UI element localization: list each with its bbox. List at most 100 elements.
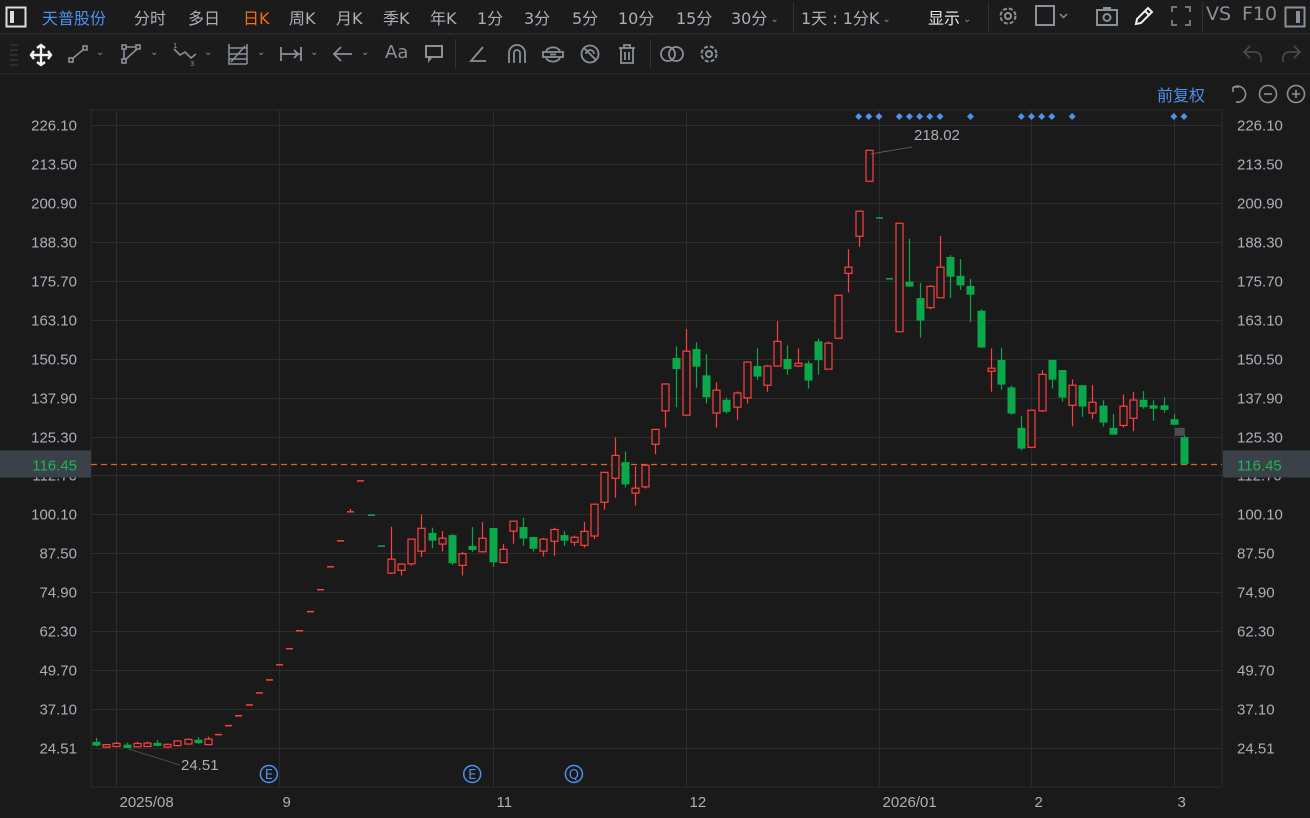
y-axis-label-left: 37.10 <box>39 702 77 719</box>
candle-body <box>722 399 731 412</box>
candle-body <box>204 738 213 746</box>
candle-body <box>509 520 518 532</box>
candle-body <box>997 359 1006 385</box>
y-axis-label-right: 37.10 <box>1237 702 1275 719</box>
event-diamond-icon[interactable] <box>916 113 924 120</box>
candle-body <box>692 349 701 367</box>
candlestick-chart[interactable]: 226.10 226.10 213.50 213.50 200.90 200.90 188.… <box>0 0 1310 818</box>
candle-body <box>1170 419 1179 425</box>
candle-body <box>611 454 620 479</box>
y-axis-label-right: 200.90 <box>1237 196 1283 213</box>
event-diamond-icon[interactable] <box>1048 113 1056 120</box>
candle-body <box>397 563 406 571</box>
candle-body <box>1038 373 1047 412</box>
candle-body <box>1058 370 1067 398</box>
candle-body <box>529 536 538 549</box>
candle-body <box>844 266 853 274</box>
event-diamond-icon[interactable] <box>865 113 873 120</box>
candle-body <box>1180 437 1189 464</box>
candle-body <box>631 487 640 494</box>
event-diamond-icon[interactable] <box>1170 113 1178 120</box>
candle-body <box>163 743 172 748</box>
event-diamond-icon[interactable] <box>1017 113 1025 120</box>
y-axis-label-left: 175.70 <box>31 274 77 291</box>
y-axis-label-left: 200.90 <box>31 196 77 213</box>
candle-body <box>672 358 681 370</box>
candle-body <box>133 742 142 748</box>
candle-body <box>855 210 864 237</box>
event-diamond-icon[interactable] <box>926 113 934 120</box>
candle-body <box>468 545 477 550</box>
candle-body <box>560 535 569 541</box>
candle-body <box>184 738 193 745</box>
event-diamond-icon[interactable] <box>936 113 944 120</box>
candle-body <box>661 383 670 412</box>
candle-body <box>814 341 823 361</box>
candle-body <box>112 742 121 748</box>
candle-body <box>926 285 935 309</box>
y-axis-label-left: 226.10 <box>31 118 77 135</box>
y-axis-label-right: 100.10 <box>1237 507 1283 524</box>
event-diamond-icon[interactable] <box>1068 113 1076 120</box>
plot-frame <box>90 109 1223 788</box>
candle-body <box>1149 405 1158 409</box>
candle-body <box>936 266 945 299</box>
candle-body <box>1129 399 1138 419</box>
candle-body <box>956 275 965 286</box>
candle-body <box>905 281 914 287</box>
x-axis-label: 9 <box>283 794 291 811</box>
candle-body <box>1078 385 1087 407</box>
event-diamond-icon[interactable] <box>966 113 974 120</box>
candle-body <box>966 286 975 295</box>
candle-body <box>1139 399 1148 408</box>
candle-body <box>1017 427 1026 449</box>
event-diamond-icon[interactable] <box>875 113 883 120</box>
candle-body <box>916 298 925 321</box>
y-axis-label-left: 74.90 <box>39 585 77 602</box>
candle-body <box>438 537 447 545</box>
candle-body <box>1160 405 1169 410</box>
last-price-label-right: 116.45 <box>1237 458 1282 475</box>
y-axis-label-left: 213.50 <box>31 157 77 174</box>
candle-body <box>682 350 691 416</box>
y-axis-label-right: 49.70 <box>1237 663 1275 680</box>
candle-body <box>1109 427 1118 435</box>
candle-body <box>712 389 721 414</box>
event-diamond-icon[interactable] <box>1180 113 1188 120</box>
candle-body <box>102 744 111 748</box>
event-diamond-icon[interactable] <box>905 113 913 120</box>
candle-body <box>143 742 152 748</box>
candle-body <box>570 536 579 543</box>
candle-body <box>733 392 742 408</box>
candle-body <box>753 366 762 377</box>
candle-body <box>539 538 548 552</box>
max-price-label: 218.02 <box>914 127 960 144</box>
candle-body <box>783 358 792 370</box>
candle-body <box>743 361 752 399</box>
candle-body <box>428 532 437 541</box>
event-diamond-icon[interactable] <box>895 113 903 120</box>
event-diamond-icon[interactable] <box>855 113 863 120</box>
x-axis-label: 11 <box>497 794 513 811</box>
candle-body <box>600 471 609 503</box>
y-axis-label-right: 137.90 <box>1237 391 1283 408</box>
candle-body <box>1027 409 1036 448</box>
candle-body <box>489 527 498 563</box>
y-axis-label-left: 137.90 <box>31 391 77 408</box>
event-diamond-icon[interactable] <box>1038 113 1046 120</box>
candle-body <box>895 222 904 333</box>
event-marker-label: Q <box>569 768 579 783</box>
candle-body <box>1088 401 1097 414</box>
candle-body <box>448 535 457 564</box>
candle-body <box>123 744 132 748</box>
event-diamond-icon[interactable] <box>1027 113 1035 120</box>
candle-body <box>590 503 599 537</box>
candle-body <box>824 342 833 370</box>
y-axis-label-right: 175.70 <box>1237 274 1283 291</box>
x-axis-label: 12 <box>690 794 707 811</box>
event-marker-label: E <box>468 768 476 783</box>
x-axis-label: 2 <box>1035 794 1043 811</box>
candle-body <box>794 362 803 367</box>
candle-body <box>641 464 650 488</box>
cursor-marker <box>1174 427 1185 436</box>
